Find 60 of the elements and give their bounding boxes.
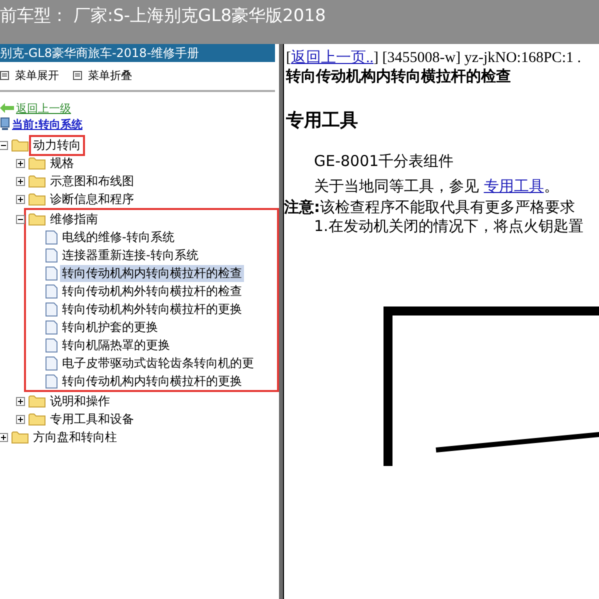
back-arrow-icon xyxy=(0,103,14,113)
expand-icon[interactable] xyxy=(16,176,25,186)
collapse-icon[interactable] xyxy=(16,214,25,224)
tools-link[interactable]: 专用工具 xyxy=(484,177,544,195)
tree-item[interactable]: 电子皮带驱动式齿轮齿条转向机的更 xyxy=(60,354,256,372)
toolbar-button[interactable]: 菜单展开 xyxy=(0,66,59,84)
breadcrumb-line: [返回上一页..] [3455008-w] yz-jkNO:168PC:1 . xyxy=(285,48,582,67)
tree-item[interactable]: 维修指南 xyxy=(48,210,100,228)
folder-icon xyxy=(28,412,46,426)
document-icon xyxy=(45,338,58,352)
tree-item[interactable]: 电线的维修-转向系统 xyxy=(60,228,176,246)
expand-icon[interactable] xyxy=(16,396,25,406)
manual-title: 别克-GL8豪华商旅车-2018-维修手册 xyxy=(0,46,200,60)
toolbar-button[interactable]: 菜单折叠 xyxy=(73,66,132,84)
document-icon xyxy=(45,284,58,298)
back-link[interactable]: 返回上一级 xyxy=(16,100,71,116)
document-icon xyxy=(45,266,58,280)
tree-item[interactable]: 示意图和布线图 xyxy=(48,172,136,190)
folder-icon xyxy=(28,174,46,188)
document-icon xyxy=(45,248,58,262)
tree-item[interactable]: 专用工具和设备 xyxy=(48,410,136,428)
tree-item[interactable]: 转向机护套的更换 xyxy=(60,318,160,336)
collapse-icon[interactable] xyxy=(0,140,8,150)
current-section: 当前:转向系统 xyxy=(12,116,82,132)
step-text: 1.在发动机关闭的情况下，将点火钥匙置 xyxy=(313,217,584,236)
folder-icon xyxy=(28,394,46,408)
window-title: 前车型： 厂家:S-上海别克GL8豪华版2018 xyxy=(0,6,326,26)
list-icon xyxy=(73,70,82,80)
tree-item[interactable]: 动力转向 xyxy=(31,136,83,154)
folder-icon xyxy=(11,138,29,152)
document-icon xyxy=(45,320,58,334)
tree-item[interactable]: 转向传动机构外转向横拉杆的更换 xyxy=(60,300,244,318)
document-icon xyxy=(45,374,58,388)
tool-name: GE-8001千分表组件 xyxy=(313,152,455,171)
tree-item[interactable]: 方向盘和转向柱 xyxy=(31,428,119,446)
folder-icon xyxy=(28,212,46,226)
tree-item[interactable]: 转向传动机构内转向横拉杆的更换 xyxy=(60,372,244,390)
tree-item[interactable]: 诊断信息和程序 xyxy=(48,190,136,208)
reference-text: 关于当地同等工具，参见 专用工具。 xyxy=(313,177,560,196)
page-title: 转向传动机构内转向横拉杆的检查 xyxy=(284,67,512,86)
section-heading: 专用工具 xyxy=(286,109,359,132)
folder-icon xyxy=(28,192,46,206)
note-text: 注意:该检查程序不能取代具有更多严格要求 xyxy=(284,198,576,217)
document-icon xyxy=(45,356,58,370)
expand-icon[interactable] xyxy=(16,194,25,204)
document-icon xyxy=(45,302,58,316)
tree-item[interactable]: 转向机隔热罩的更换 xyxy=(60,336,172,354)
tree-item[interactable]: 连接器重新连接-转向系统 xyxy=(60,246,200,264)
expand-icon[interactable] xyxy=(16,414,25,424)
tree-item[interactable]: 转向传动机构外转向横拉杆的检查 xyxy=(60,282,244,300)
back-page-link[interactable]: 返回上一页.. xyxy=(291,50,374,66)
expand-icon[interactable] xyxy=(16,158,25,168)
expand-icon[interactable] xyxy=(0,432,8,442)
folder-icon xyxy=(28,156,46,170)
folder-icon xyxy=(11,430,29,444)
document-icon xyxy=(45,230,58,244)
tree-item[interactable]: 说明和操作 xyxy=(48,392,112,410)
tree-item[interactable]: 规格 xyxy=(48,154,76,172)
computer-icon xyxy=(0,117,10,131)
tree-item[interactable]: 转向传动机构内转向横拉杆的检查 xyxy=(60,264,244,282)
